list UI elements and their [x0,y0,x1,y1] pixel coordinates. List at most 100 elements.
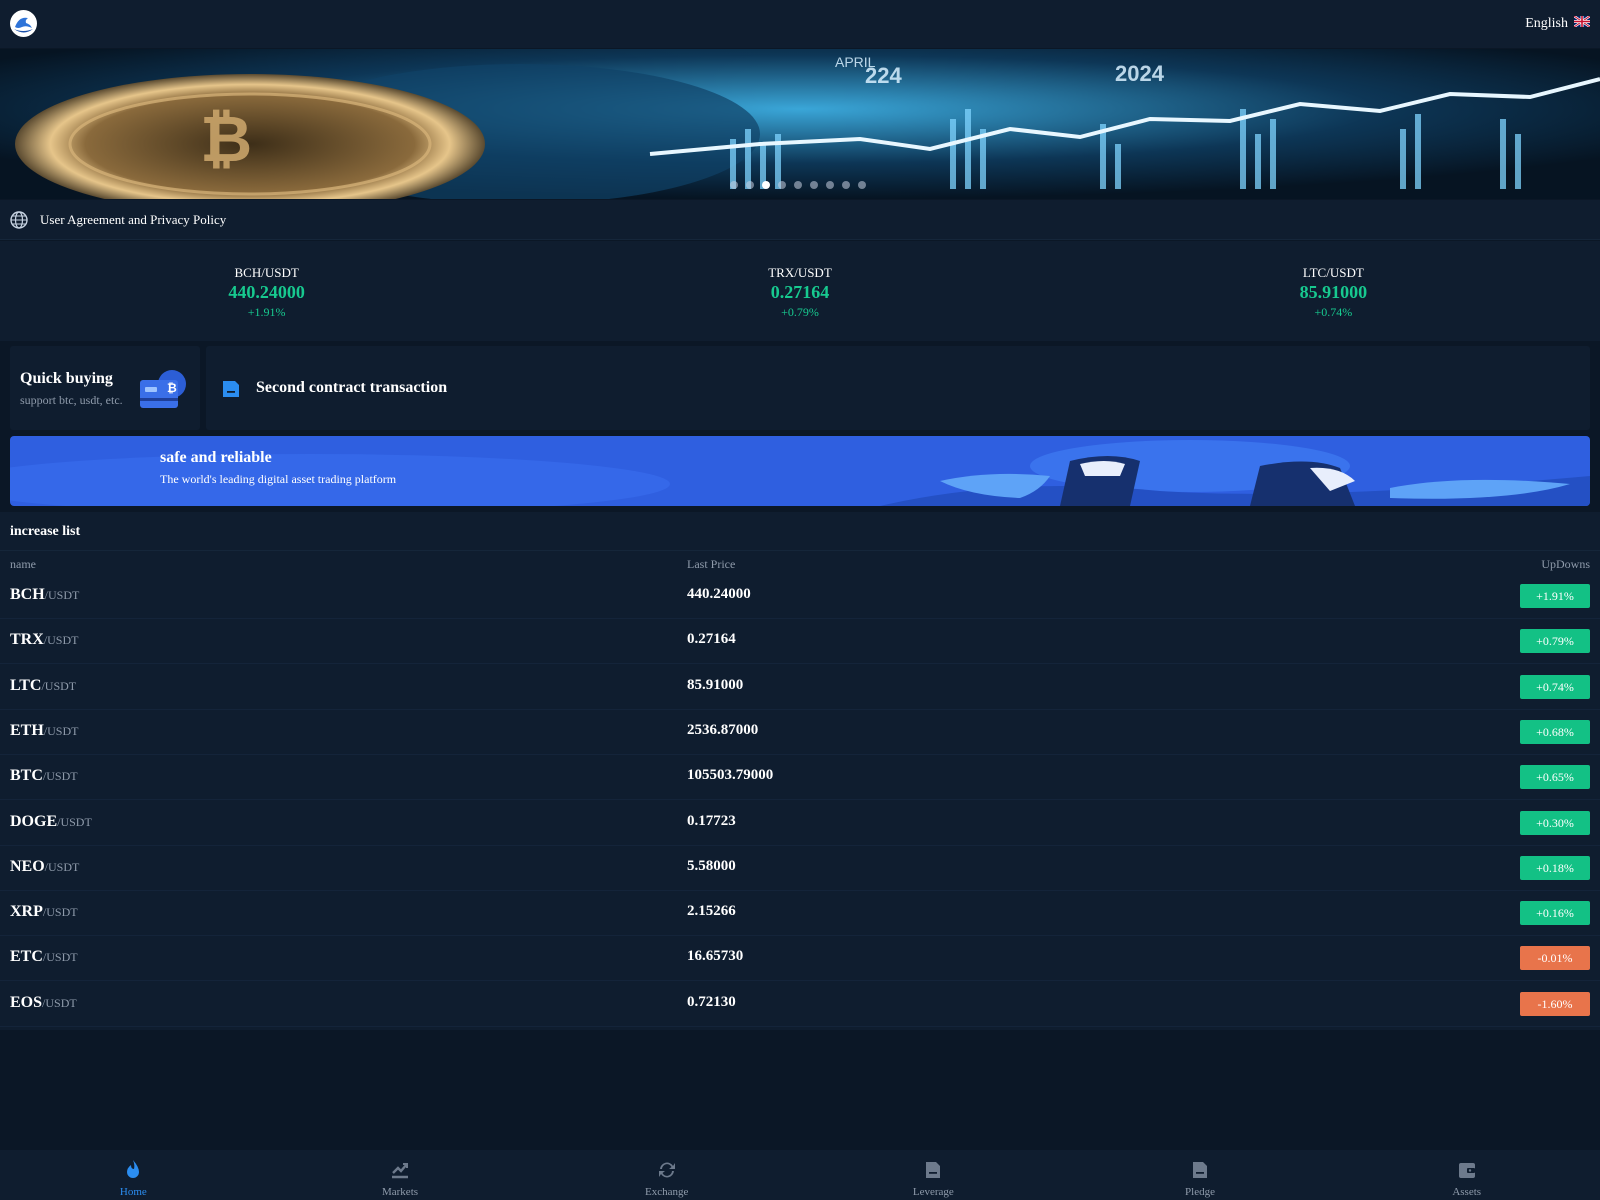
promo-subtitle: The world's leading digital asset tradin… [160,472,397,486]
pair-quote: /USDT [42,905,78,920]
banner-dot[interactable] [794,181,802,189]
table-row[interactable]: DOGE/USDT 0.17723 +0.30% [0,801,1600,846]
tab-assets[interactable]: Assets [1333,1150,1600,1200]
banner-pagination[interactable] [730,181,866,189]
tab-label: Leverage [912,1186,954,1198]
pair-base: DOGE [10,812,58,830]
chart-icon [389,1159,411,1181]
dolphin-logo-icon[interactable] [10,10,37,37]
last-price: 2.15266 [687,903,736,920]
ticker-change: +0.74% [1314,305,1353,319]
banner-dot[interactable] [778,181,786,189]
table-row[interactable]: EOS/USDT 0.72130 -1.60% [0,982,1600,1027]
quick-buying-subtitle: support btc, usdt, etc. [20,393,123,407]
change-badge[interactable]: -0.01% [1520,946,1590,971]
list-headers: name Last Price UpDowns [0,550,1600,574]
refresh-icon [656,1159,678,1181]
last-price: 16.65730 [687,948,744,965]
banner-dot[interactable] [730,181,738,189]
last-price: 85.91000 [687,676,744,693]
last-price: 0.27164 [687,631,736,648]
change-badge[interactable]: +0.65% [1520,765,1590,790]
table-row[interactable]: BCH/USDT 440.24000 +1.91% [0,574,1600,619]
tab-label: Assets [1452,1186,1482,1198]
language-selector[interactable]: English [1525,15,1591,32]
banner-dot[interactable] [842,181,850,189]
pair-quote: /USDT [42,769,78,784]
table-row[interactable]: BTC/USDT 105503.79000 +0.65% [0,755,1600,801]
second-contract-card[interactable]: Second contract transaction [206,346,1590,430]
banner-text-224: 224 [865,63,902,88]
table-row[interactable]: ETH/USDT 2536.87000 +0.68% [0,710,1600,755]
ticker-price: 0.27164 [770,282,830,302]
document-icon [923,1159,943,1181]
feature-cards: Quick buying support btc, usdt, etc. ₿ S… [10,346,1590,430]
ticker-price: 85.91000 [1299,282,1368,302]
banner-text-2024: 2024 [1115,61,1165,86]
change-badge[interactable]: -1.60% [1520,991,1590,1016]
column-header-price: Last Price [687,557,736,571]
ticker-item[interactable]: TRX/USDT 0.27164 +0.79% [533,241,1066,341]
change-badge[interactable]: +0.30% [1520,810,1590,835]
pair-quote: /USDT [43,633,79,648]
change-badge[interactable]: +0.18% [1520,855,1590,880]
banner-dot[interactable] [826,181,834,189]
pair-base: NEO [10,857,45,875]
table-row[interactable]: NEO/USDT 5.58000 +0.18% [0,846,1600,891]
increase-list: increase list name Last Price UpDowns BC… [0,512,1600,1030]
pair-base: EOS [10,993,43,1011]
pair-name: NEO/USDT [10,858,79,876]
pair-base: XRP [10,903,43,921]
pair-name: TRX/USDT [10,631,78,649]
quick-buying-title: Quick buying [20,370,113,387]
ticker-item[interactable]: LTC/USDT 85.91000 +0.74% [1067,241,1600,341]
promo-banner[interactable]: safe and reliable The world's leading di… [10,436,1590,506]
pair-quote: /USDT [44,859,80,874]
last-price: 0.17723 [687,812,736,829]
change-badge[interactable]: +0.68% [1520,719,1590,744]
ticker-price: 440.24000 [228,282,305,302]
notice-text[interactable]: User Agreement and Privacy Policy [40,212,226,228]
banner-dot[interactable] [746,181,754,189]
tab-label: Exchange [644,1186,689,1198]
column-header-change: UpDowns [1541,557,1590,571]
table-row[interactable]: XRP/USDT 2.15266 +0.16% [0,891,1600,937]
change-badge[interactable]: +1.91% [1520,584,1590,608]
top-bar: English [0,0,1600,48]
pair-base: ETC [10,948,43,966]
uk-flag-icon [1573,15,1591,32]
tab-markets[interactable]: Markets [267,1150,534,1200]
table-row[interactable]: TRX/USDT 0.27164 +0.79% [0,619,1600,665]
ticker-change: +1.91% [247,305,286,319]
pair-quote: /USDT [57,814,92,829]
ticker-item[interactable]: BCH/USDT 440.24000 +1.91% [0,241,533,341]
pair-name: BCH/USDT [10,586,79,604]
column-header-name: name [10,557,36,571]
svg-text:₿: ₿ [167,381,177,395]
banner-dot-active[interactable] [762,181,770,189]
notice-bar[interactable]: User Agreement and Privacy Policy [0,200,1600,240]
banner-dot[interactable] [810,181,818,189]
ticker-strip: BCH/USDT 440.24000 +1.91% TRX/USDT 0.271… [0,241,1600,341]
flame-icon [123,1159,143,1181]
change-badge[interactable]: +0.79% [1520,629,1590,654]
tab-exchange[interactable]: Exchange [533,1150,800,1200]
table-row[interactable]: LTC/USDT 85.91000 +0.74% [0,665,1600,710]
language-label: English [1525,16,1568,31]
change-badge[interactable]: +0.74% [1520,674,1590,699]
tab-pledge[interactable]: Pledge [1067,1150,1334,1200]
svg-text:₿: ₿ [200,103,252,175]
banner-dot[interactable] [858,181,866,189]
tab-label: Markets [381,1186,419,1198]
hero-banner[interactable]: ₿ APRIL 224 2024 [0,49,1600,199]
change-badge[interactable]: +0.16% [1520,901,1590,926]
last-price: 0.72130 [687,993,736,1010]
tab-leverage[interactable]: Leverage [800,1150,1067,1200]
pair-base: BCH [10,586,45,603]
tab-home[interactable]: Home [0,1150,267,1200]
pair-name: DOGE/USDT [10,813,92,831]
pair-base: TRX [10,631,44,649]
bitcoin-card-icon: ₿ [138,368,190,417]
quick-buying-card[interactable]: Quick buying support btc, usdt, etc. ₿ [10,346,200,430]
table-row[interactable]: ETC/USDT 16.65730 -0.01% [0,936,1600,982]
